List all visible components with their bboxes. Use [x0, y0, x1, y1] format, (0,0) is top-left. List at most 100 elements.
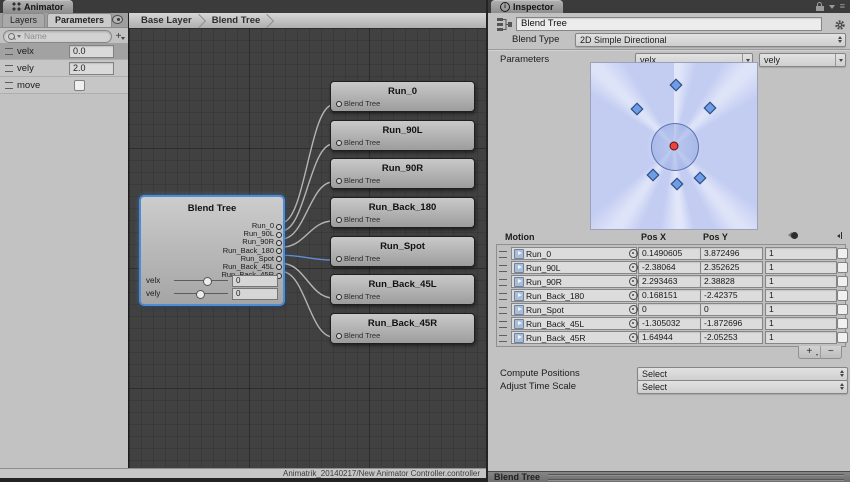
drag-handle-icon[interactable] — [499, 335, 507, 342]
pos-x-field[interactable]: 0 — [638, 303, 701, 316]
pos-y-field[interactable]: 3.872496 — [700, 247, 763, 260]
motion-field[interactable]: Run_90R — [511, 275, 637, 288]
wire-run_back_45l[interactable] — [282, 264, 333, 299]
speed-field[interactable]: 1 — [765, 303, 837, 316]
search-input[interactable]: Name — [3, 30, 112, 43]
pos-x-field[interactable]: -1.305032 — [638, 317, 701, 330]
motion-diamond-run_back_45l[interactable] — [647, 169, 660, 182]
motion-diamond-run_back_45r[interactable] — [694, 172, 707, 185]
speed-field[interactable]: 1 — [765, 275, 837, 288]
motion-field[interactable]: Run_90L — [511, 261, 637, 274]
parameter-y-dropdown[interactable]: vely — [759, 53, 846, 67]
slider-thumb[interactable] — [196, 290, 205, 299]
wire-run_back_180[interactable] — [282, 221, 333, 247]
tab-layers[interactable]: Layers — [2, 13, 45, 27]
compute-positions-dropdown[interactable]: Select — [637, 367, 848, 381]
parameter-row-vely[interactable]: vely2.0 — [0, 60, 128, 77]
add-motion-button[interactable]: + — [799, 346, 821, 358]
input-port-icon[interactable] — [336, 333, 342, 339]
input-port-icon[interactable] — [336, 178, 342, 184]
motion-field[interactable]: Run_Back_45L — [511, 317, 637, 330]
speed-field[interactable]: 1 — [765, 247, 837, 260]
drag-handle-icon[interactable] — [5, 82, 13, 89]
output-port-icon[interactable] — [276, 224, 282, 230]
wire-run_spot[interactable] — [282, 255, 333, 260]
motion-diamond-run_90r[interactable] — [704, 102, 717, 115]
mirror-checkbox[interactable] — [837, 332, 848, 343]
motion-node-run_back_180[interactable]: Run_Back_180Blend Tree — [330, 197, 475, 228]
motion-diamond-run_0[interactable] — [670, 79, 683, 92]
tab-inspector[interactable]: Inspector — [491, 0, 563, 13]
motion-field[interactable]: Run_0 — [511, 247, 637, 260]
tab-parameters[interactable]: Parameters — [47, 13, 112, 27]
mirror-checkbox[interactable] — [837, 304, 848, 315]
input-port-icon[interactable] — [336, 140, 342, 146]
breadcrumb-item-base-layer[interactable]: Base Layer — [129, 13, 200, 28]
parameter-value-field[interactable]: 2.0 — [69, 62, 114, 75]
wire-run_0[interactable] — [282, 105, 333, 223]
breadcrumb-item-blend-tree[interactable]: Blend Tree — [200, 13, 269, 28]
slider-track[interactable] — [174, 293, 228, 294]
object-picker-icon[interactable] — [629, 263, 638, 272]
parameter-value-field[interactable]: 0.0 — [69, 45, 114, 58]
drag-handle-icon[interactable] — [499, 265, 507, 272]
motion-node-run_0[interactable]: Run_0Blend Tree — [330, 81, 475, 112]
motion-field[interactable]: Run_Back_45R — [511, 331, 637, 344]
mirror-checkbox[interactable] — [837, 290, 848, 301]
lock-icon[interactable] — [816, 6, 824, 11]
motion-field[interactable]: Run_Spot — [511, 303, 637, 316]
object-picker-icon[interactable] — [629, 305, 638, 314]
slider-value-field[interactable]: 0 — [232, 288, 278, 300]
graph-canvas[interactable]: Blend Tree Run_0Run_90LRun_90RRun_Back_1… — [129, 28, 486, 468]
blend-tree-name-field[interactable]: Blend Tree — [516, 17, 822, 31]
pos-y-field[interactable]: 2.352625 — [700, 261, 763, 274]
drag-grip-icon[interactable] — [548, 474, 844, 480]
pos-y-field[interactable]: -1.872696 — [700, 317, 763, 330]
slider-thumb[interactable] — [203, 277, 212, 286]
mirror-checkbox[interactable] — [837, 262, 848, 273]
motion-node-run_90l[interactable]: Run_90LBlend Tree — [330, 120, 475, 151]
object-picker-icon[interactable] — [629, 291, 638, 300]
pos-y-field[interactable]: -2.42375 — [700, 289, 763, 302]
motion-row-run_90l[interactable]: Run_90L-2.380642.3526251 — [497, 261, 845, 274]
motion-row-run_0[interactable]: Run_00.14906053.8724961 — [497, 247, 845, 260]
motion-node-run_back_45r[interactable]: Run_Back_45RBlend Tree — [330, 313, 475, 344]
object-picker-icon[interactable] — [629, 249, 638, 258]
input-port-icon[interactable] — [336, 294, 342, 300]
menu-icon[interactable]: ≡ — [840, 0, 845, 13]
motion-row-run_back_45l[interactable]: Run_Back_45L-1.305032-1.8726961 — [497, 317, 845, 330]
speed-field[interactable]: 1 — [765, 289, 837, 302]
output-port-icon[interactable] — [276, 248, 282, 254]
motion-row-run_spot[interactable]: Run_Spot001 — [497, 303, 845, 316]
motion-node-run_spot[interactable]: Run_SpotBlend Tree — [330, 236, 475, 267]
remove-motion-button[interactable]: − — [821, 346, 842, 358]
add-parameter-button[interactable]: + — [112, 31, 125, 42]
output-port-icon[interactable] — [276, 240, 282, 246]
wire-run_90r[interactable] — [282, 182, 333, 239]
blend-type-dropdown[interactable]: 2D Simple Directional — [575, 33, 846, 47]
blend-tree-node[interactable]: Blend Tree Run_0Run_90LRun_90RRun_Back_1… — [140, 196, 284, 305]
eye-icon[interactable] — [112, 15, 123, 24]
pos-x-field[interactable]: -2.38064 — [638, 261, 701, 274]
mirror-checkbox[interactable] — [837, 248, 848, 259]
speed-field[interactable]: 1 — [765, 261, 837, 274]
object-picker-icon[interactable] — [629, 319, 638, 328]
pos-x-field[interactable]: 0.168151 — [638, 289, 701, 302]
motion-diamond-run_back_180[interactable] — [670, 178, 683, 191]
motion-node-run_90r[interactable]: Run_90RBlend Tree — [330, 158, 475, 189]
motion-node-run_back_45l[interactable]: Run_Back_45LBlend Tree — [330, 274, 475, 305]
drag-handle-icon[interactable] — [5, 48, 13, 55]
blend-space-preview[interactable] — [590, 62, 758, 230]
object-picker-icon[interactable] — [629, 333, 638, 342]
drag-handle-icon[interactable] — [499, 321, 507, 328]
motion-row-run_back_180[interactable]: Run_Back_1800.168151-2.423751 — [497, 289, 845, 302]
tab-animator[interactable]: Animator — [3, 0, 73, 13]
speed-field[interactable]: 1 — [765, 331, 837, 344]
preview-panel-header[interactable]: Blend Tree — [488, 471, 850, 482]
motion-row-run_90r[interactable]: Run_90R2.2934632.388281 — [497, 275, 845, 288]
input-port-icon[interactable] — [336, 217, 342, 223]
pos-x-field[interactable]: 2.293463 — [638, 275, 701, 288]
input-port-icon[interactable] — [336, 101, 342, 107]
object-picker-icon[interactable] — [629, 277, 638, 286]
drag-handle-icon[interactable] — [499, 307, 507, 314]
